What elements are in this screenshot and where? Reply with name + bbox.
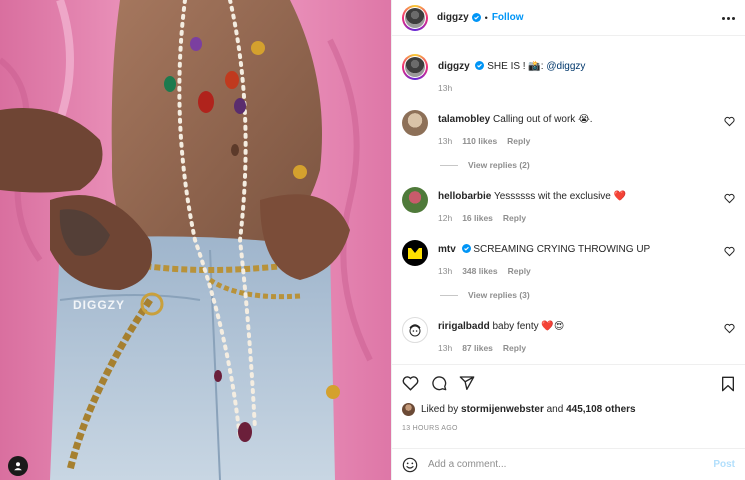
header-separator: • [484,12,488,23]
add-comment-bar: Post [392,448,745,480]
view-replies-label[interactable]: View replies (2) [468,160,530,170]
post-comment-button[interactable]: Post [713,459,735,470]
caption-avatar[interactable] [402,54,428,80]
verified-badge-icon [471,13,481,22]
comment-text: baby fenty ❤️😍 [492,321,565,332]
likes-summary: Liked by stormijenwebster and 445,108 ot… [402,403,735,416]
view-replies-line [440,164,458,166]
comment-text: Calling out of work 😭. [493,114,593,125]
comment-item: talamobley Calling out of work 😭. 13h 11… [402,110,735,146]
post-photo-illustration [0,0,391,480]
comment-text: SCREAMING CRYING THROWING UP [473,244,651,255]
caption-username[interactable]: diggzy [438,61,470,72]
post-side-panel: diggzy • Follow diggzy SHE IS ! 📸: @digg… [391,0,745,480]
view-replies-link[interactable]: View replies (2) [440,160,735,170]
caption-meta: 13h [438,83,735,93]
comment-text: Yessssss wit the exclusive ❤️ [493,191,627,202]
comment-item: mtv SCREAMING CRYING THROWING UP 13h 348… [402,240,735,276]
watermark-text: DIGGZY [73,298,126,312]
author-avatar[interactable] [402,4,428,31]
comment-meta: 12h 16 likes Reply [438,213,735,223]
user-tag-icon[interactable] [8,456,28,476]
liker-username[interactable]: stormijenwebster [461,404,544,415]
post-actions: Liked by stormijenwebster and 445,108 ot… [392,364,745,446]
post-image[interactable]: DIGGZY [0,0,391,480]
comment-likes-count[interactable]: 348 likes [462,266,497,276]
comment-time: 13h [438,266,453,276]
author-username[interactable]: diggzy [437,12,469,23]
comment-time: 13h [438,343,453,353]
comment-like-heart-icon[interactable] [724,246,735,257]
post-caption: diggzy SHE IS ! 📸: @diggzy 13h [402,54,735,93]
comment-meta: 13h 110 likes Reply [438,136,735,146]
caption-text: SHE IS ! 📸: [487,61,547,72]
view-replies-label[interactable]: View replies (3) [468,290,530,300]
comment-like-heart-icon[interactable] [724,193,735,204]
view-replies-line [440,294,458,296]
comments-list[interactable]: diggzy SHE IS ! 📸: @diggzy 13h talamoble… [392,37,745,364]
reply-button[interactable]: Reply [503,213,526,223]
likes-middle: and [546,404,564,415]
more-options-icon[interactable] [721,11,735,25]
post-header: diggzy • Follow [392,0,745,36]
comment-time: 12h [438,213,453,223]
likes-count[interactable]: 445,108 others [566,404,636,415]
comment-time: 13h [438,136,453,146]
verified-badge-icon [475,61,485,70]
bookmark-icon[interactable] [721,376,735,392]
share-icon[interactable] [459,375,475,391]
mtv-logo-icon [408,248,422,259]
likes-prefix: Liked by [421,404,459,415]
comment-like-heart-icon[interactable] [724,323,735,334]
comment-username[interactable]: hellobarbie [438,191,491,202]
comment-item: ririgalbadd baby fenty ❤️😍 13h 87 likes … [402,317,735,353]
comment-item: hellobarbie Yessssss wit the exclusive ❤… [402,187,735,223]
emoji-icon[interactable] [402,457,418,473]
view-replies-link[interactable]: View replies (3) [440,290,735,300]
comment-username[interactable]: mtv [438,244,456,255]
heart-icon[interactable] [402,375,419,391]
comment-likes-count[interactable]: 110 likes [462,136,497,146]
comment-username[interactable]: ririgalbadd [438,321,490,332]
post-timestamp[interactable]: 13 HOURS AGO [402,425,735,432]
commenter-avatar[interactable] [402,317,428,343]
reply-button[interactable]: Reply [503,343,526,353]
caption-time: 13h [438,83,453,93]
follow-button[interactable]: Follow [492,12,524,23]
mtv-logo-avatar[interactable] [402,240,428,266]
caption-mention-link[interactable]: @diggzy [546,61,585,72]
reply-button[interactable]: Reply [508,266,531,276]
comment-icon[interactable] [431,375,447,391]
comment-meta: 13h 87 likes Reply [438,343,735,353]
comment-likes-count[interactable]: 87 likes [462,343,493,353]
commenter-avatar[interactable] [402,187,428,213]
comment-likes-count[interactable]: 16 likes [462,213,493,223]
comment-username[interactable]: talamobley [438,114,490,125]
verified-badge-icon [461,244,471,253]
liker-avatar[interactable] [402,403,415,416]
comment-input[interactable] [428,459,714,470]
cartoon-avatar-icon [409,324,421,337]
comment-meta: 13h 348 likes Reply [438,266,735,276]
comment-like-heart-icon[interactable] [724,116,735,127]
reply-button[interactable]: Reply [507,136,530,146]
commenter-avatar[interactable] [402,110,428,136]
